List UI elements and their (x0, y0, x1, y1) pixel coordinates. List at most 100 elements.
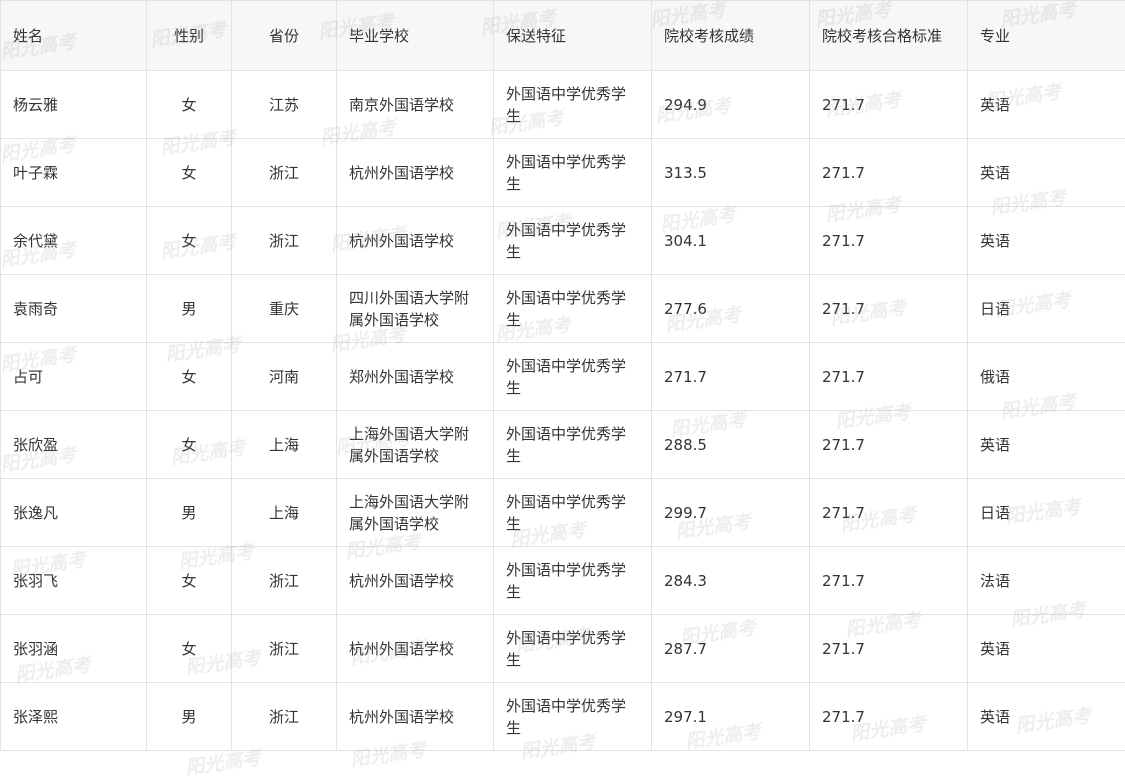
cell-score: 277.6 (652, 275, 810, 343)
cell-school: 杭州外国语学校 (337, 139, 494, 207)
table-row: 张逸凡 男 上海 上海外国语大学附属外国语学校 外国语中学优秀学生 299.7 … (1, 479, 1125, 547)
cell-gender: 女 (147, 411, 232, 479)
cell-name: 杨云雅 (1, 71, 147, 139)
cell-feature: 外国语中学优秀学生 (494, 615, 652, 683)
header-school: 毕业学校 (337, 1, 494, 71)
cell-standard: 271.7 (810, 411, 968, 479)
cell-score: 284.3 (652, 547, 810, 615)
cell-score: 271.7 (652, 343, 810, 411)
cell-school: 上海外国语大学附属外国语学校 (337, 479, 494, 547)
cell-standard: 271.7 (810, 547, 968, 615)
cell-name: 张欣盈 (1, 411, 147, 479)
cell-school: 杭州外国语学校 (337, 683, 494, 751)
cell-province: 江苏 (232, 71, 337, 139)
table-row: 余代黛 女 浙江 杭州外国语学校 外国语中学优秀学生 304.1 271.7 英… (1, 207, 1125, 275)
cell-feature: 外国语中学优秀学生 (494, 411, 652, 479)
cell-standard: 271.7 (810, 275, 968, 343)
cell-standard: 271.7 (810, 615, 968, 683)
cell-name: 张羽涵 (1, 615, 147, 683)
table-row: 张羽涵 女 浙江 杭州外国语学校 外国语中学优秀学生 287.7 271.7 英… (1, 615, 1125, 683)
table-row: 杨云雅 女 江苏 南京外国语学校 外国语中学优秀学生 294.9 271.7 英… (1, 71, 1125, 139)
header-score: 院校考核成绩 (652, 1, 810, 71)
cell-major: 英语 (968, 71, 1125, 139)
cell-major: 俄语 (968, 343, 1125, 411)
cell-major: 英语 (968, 207, 1125, 275)
cell-major: 英语 (968, 411, 1125, 479)
cell-school: 杭州外国语学校 (337, 207, 494, 275)
cell-feature: 外国语中学优秀学生 (494, 479, 652, 547)
cell-gender: 女 (147, 207, 232, 275)
cell-school: 杭州外国语学校 (337, 547, 494, 615)
cell-name: 袁雨奇 (1, 275, 147, 343)
cell-score: 304.1 (652, 207, 810, 275)
cell-province: 河南 (232, 343, 337, 411)
table-row: 叶子霖 女 浙江 杭州外国语学校 外国语中学优秀学生 313.5 271.7 英… (1, 139, 1125, 207)
cell-major: 日语 (968, 479, 1125, 547)
table-row: 占可 女 河南 郑州外国语学校 外国语中学优秀学生 271.7 271.7 俄语 (1, 343, 1125, 411)
cell-gender: 女 (147, 547, 232, 615)
cell-major: 法语 (968, 547, 1125, 615)
cell-standard: 271.7 (810, 207, 968, 275)
cell-gender: 男 (147, 683, 232, 751)
cell-score: 287.7 (652, 615, 810, 683)
cell-province: 重庆 (232, 275, 337, 343)
cell-major: 日语 (968, 275, 1125, 343)
cell-school: 郑州外国语学校 (337, 343, 494, 411)
table-row: 张欣盈 女 上海 上海外国语大学附属外国语学校 外国语中学优秀学生 288.5 … (1, 411, 1125, 479)
cell-name: 占可 (1, 343, 147, 411)
cell-province: 浙江 (232, 207, 337, 275)
cell-standard: 271.7 (810, 139, 968, 207)
cell-name: 叶子霖 (1, 139, 147, 207)
cell-school: 杭州外国语学校 (337, 615, 494, 683)
cell-feature: 外国语中学优秀学生 (494, 275, 652, 343)
cell-name: 张逸凡 (1, 479, 147, 547)
header-name: 姓名 (1, 1, 147, 71)
cell-standard: 271.7 (810, 479, 968, 547)
cell-province: 浙江 (232, 139, 337, 207)
cell-feature: 外国语中学优秀学生 (494, 139, 652, 207)
cell-province: 浙江 (232, 683, 337, 751)
cell-gender: 女 (147, 71, 232, 139)
cell-gender: 女 (147, 615, 232, 683)
header-feature: 保送特征 (494, 1, 652, 71)
cell-standard: 271.7 (810, 343, 968, 411)
cell-standard: 271.7 (810, 683, 968, 751)
cell-gender: 男 (147, 479, 232, 547)
cell-score: 297.1 (652, 683, 810, 751)
cell-province: 浙江 (232, 547, 337, 615)
cell-major: 英语 (968, 615, 1125, 683)
cell-school: 南京外国语学校 (337, 71, 494, 139)
cell-standard: 271.7 (810, 71, 968, 139)
cell-major: 英语 (968, 683, 1125, 751)
header-gender: 性别 (147, 1, 232, 71)
header-province: 省份 (232, 1, 337, 71)
cell-feature: 外国语中学优秀学生 (494, 71, 652, 139)
cell-gender: 女 (147, 343, 232, 411)
table-row: 袁雨奇 男 重庆 四川外国语大学附属外国语学校 外国语中学优秀学生 277.6 … (1, 275, 1125, 343)
cell-gender: 女 (147, 139, 232, 207)
cell-major: 英语 (968, 139, 1125, 207)
cell-province: 上海 (232, 479, 337, 547)
cell-feature: 外国语中学优秀学生 (494, 207, 652, 275)
cell-name: 余代黛 (1, 207, 147, 275)
cell-feature: 外国语中学优秀学生 (494, 547, 652, 615)
cell-school: 上海外国语大学附属外国语学校 (337, 411, 494, 479)
cell-province: 浙江 (232, 615, 337, 683)
table-row: 张羽飞 女 浙江 杭州外国语学校 外国语中学优秀学生 284.3 271.7 法… (1, 547, 1125, 615)
cell-province: 上海 (232, 411, 337, 479)
table-row: 张泽熙 男 浙江 杭州外国语学校 外国语中学优秀学生 297.1 271.7 英… (1, 683, 1125, 751)
table-header-row: 姓名 性别 省份 毕业学校 保送特征 院校考核成绩 院校考核合格标准 专业 (1, 1, 1125, 71)
header-standard: 院校考核合格标准 (810, 1, 968, 71)
cell-score: 288.5 (652, 411, 810, 479)
header-major: 专业 (968, 1, 1125, 71)
cell-feature: 外国语中学优秀学生 (494, 683, 652, 751)
admission-table: 姓名 性别 省份 毕业学校 保送特征 院校考核成绩 院校考核合格标准 专业 杨云… (0, 0, 1125, 751)
cell-name: 张羽飞 (1, 547, 147, 615)
cell-score: 299.7 (652, 479, 810, 547)
cell-gender: 男 (147, 275, 232, 343)
cell-school: 四川外国语大学附属外国语学校 (337, 275, 494, 343)
cell-name: 张泽熙 (1, 683, 147, 751)
cell-feature: 外国语中学优秀学生 (494, 343, 652, 411)
cell-score: 294.9 (652, 71, 810, 139)
cell-score: 313.5 (652, 139, 810, 207)
